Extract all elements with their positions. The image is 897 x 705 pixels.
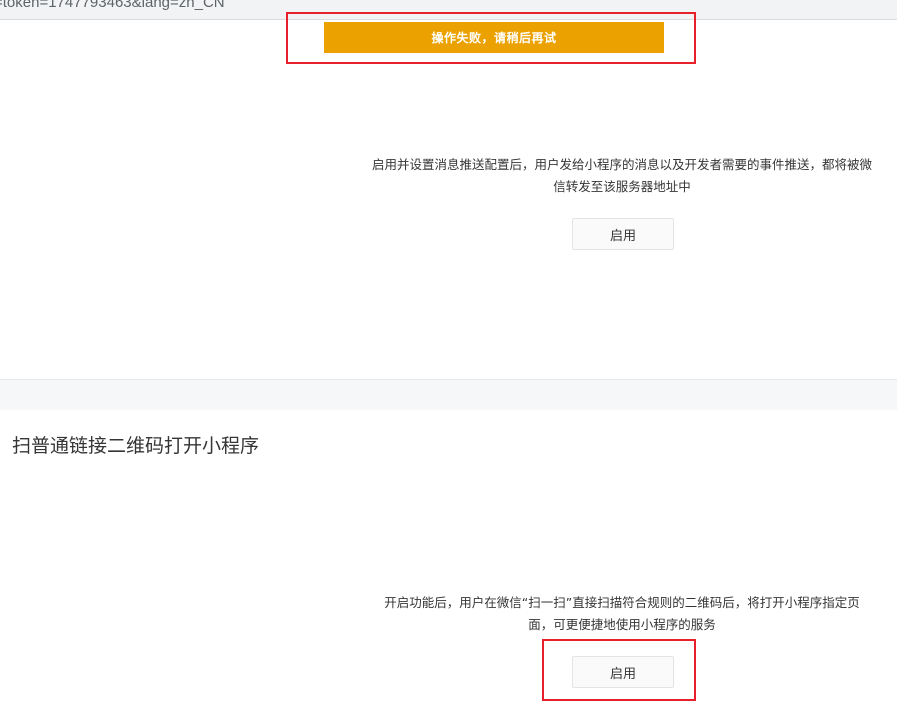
- url-text: =token=1747793463&lang=zh_CN: [0, 0, 225, 11]
- enable-button-label: 启用: [609, 228, 636, 244]
- message-push-description: 启用并设置消息推送配置后，用户发给小程序的消息以及开发者需要的事件推送，都将被微…: [372, 157, 873, 194]
- qr-link-description: 开启功能后，用户在微信“扫一扫”直接扫描符合规则的二维码后，将打开小程序指定页面…: [384, 595, 860, 632]
- toast-message: 操作失败，请稍后再试: [431, 31, 557, 45]
- message-push-enable-button[interactable]: 启用: [572, 218, 674, 250]
- page: =token=1747793463&lang=zh_CN 操作失败，请稍后再试 …: [0, 0, 897, 705]
- section-divider: [0, 379, 897, 410]
- qr-link-section-title: 扫普通链接二维码打开小程序: [12, 435, 260, 457]
- browser-url-bar[interactable]: =token=1747793463&lang=zh_CN: [0, 0, 897, 20]
- error-toast: 操作失败，请稍后再试: [324, 22, 664, 53]
- qr-link-enable-button[interactable]: 启用: [572, 656, 674, 688]
- enable-button-label: 启用: [609, 666, 636, 682]
